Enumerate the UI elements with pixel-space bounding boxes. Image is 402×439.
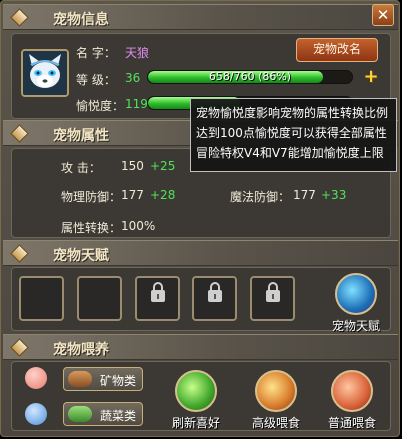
happiness-value: 119	[125, 97, 148, 111]
talent-slot-4-locked	[192, 276, 237, 321]
name-label: 名 字：	[76, 46, 116, 60]
attack-bonus: +25	[150, 159, 176, 173]
talent-slot-1[interactable]	[19, 276, 64, 321]
tooltip-line: 宠物愉悦度影响宠物的属性转换比例	[196, 106, 389, 120]
diamond-icon	[10, 244, 29, 263]
meat-food-icon	[331, 370, 373, 412]
lock-icon	[208, 282, 222, 302]
normal-feed-button[interactable]: 普通喂食	[319, 370, 385, 431]
talent-button-label: 宠物天赋	[331, 319, 380, 333]
advanced-feed-button[interactable]: 高级喂食	[243, 370, 309, 431]
diamond-icon	[10, 8, 29, 27]
section-title-feeding: 宠物喂养	[53, 342, 109, 358]
advanced-feed-label: 高级喂食	[251, 416, 300, 430]
section-header-feeding: 宠物喂养	[3, 334, 398, 360]
diamond-icon	[10, 338, 29, 357]
convert-value: 100%	[121, 219, 156, 233]
pet-name: 天狼	[125, 46, 150, 60]
food-vegetable-item[interactable]: 蔬菜类	[63, 402, 143, 426]
talent-slot-5-locked	[250, 276, 295, 321]
mineral-icon	[68, 371, 92, 387]
refresh-icon	[175, 370, 217, 412]
rename-button[interactable]: 宠物改名	[296, 38, 378, 62]
lock-icon	[151, 282, 165, 302]
like-face-icon	[25, 367, 47, 389]
section-header-talent: 宠物天赋	[3, 240, 398, 266]
gift-food-icon	[255, 370, 297, 412]
food-vegetable-label: 蔬菜类	[100, 409, 137, 423]
exp-bar: 658/760 (86%)	[147, 70, 353, 84]
close-icon: ✕	[376, 6, 390, 24]
convert-label: 属性转换：	[61, 221, 122, 235]
tooltip-line: 冒险特权V4和V7能增加愉悦度上限	[196, 146, 384, 160]
dislike-face-icon	[25, 403, 47, 425]
phys-def-value: 177	[121, 188, 144, 202]
section-title-info: 宠物信息	[53, 12, 109, 28]
magic-def-value: 177	[293, 188, 316, 202]
section-title-attributes: 宠物属性	[53, 128, 109, 144]
level-label: 等 级：	[76, 73, 116, 87]
phys-def-label: 物理防御：	[61, 190, 122, 204]
refresh-preference-button[interactable]: 刷新喜好	[163, 370, 229, 431]
diamond-icon	[10, 124, 29, 143]
talent-slot-2[interactable]	[77, 276, 122, 321]
lock-icon	[266, 282, 280, 302]
exp-text: 658/760 (86%)	[208, 70, 292, 83]
normal-feed-label: 普通喂食	[327, 416, 376, 430]
pet-avatar	[21, 49, 69, 97]
close-button[interactable]: ✕	[372, 4, 394, 26]
attack-label: 攻 击：	[61, 161, 101, 175]
vegetable-icon	[68, 406, 92, 422]
happiness-tooltip: 宠物愉悦度影响宠物的属性转换比例 达到100点愉悦度可以获得全部属性 冒险特权V…	[190, 98, 397, 172]
food-mineral-label: 矿物类	[100, 374, 137, 388]
tooltip-line: 达到100点愉悦度可以获得全部属性	[196, 126, 387, 140]
talent-book-icon	[335, 273, 377, 315]
attack-value: 150	[121, 159, 144, 173]
wolf-pet-icon	[23, 51, 67, 95]
talent-slot-3-locked	[135, 276, 180, 321]
phys-def-bonus: +28	[150, 188, 176, 202]
add-exp-plus-icon[interactable]: +	[363, 68, 379, 86]
pet-panel: 宠物信息 ✕ 名 字： 天狼 宠物改名 等 级： 36 658/760 (86%…	[0, 0, 400, 437]
section-header-info: 宠物信息	[3, 4, 398, 30]
magic-def-bonus: +33	[321, 188, 347, 202]
section-title-talent: 宠物天赋	[53, 248, 109, 264]
magic-def-label: 魔法防御：	[230, 190, 291, 204]
refresh-label: 刷新喜好	[171, 416, 220, 430]
talent-button[interactable]: 宠物天赋	[323, 273, 389, 334]
level-value: 36	[125, 71, 141, 85]
food-mineral-item[interactable]: 矿物类	[63, 367, 143, 391]
happiness-label: 愉悦度：	[76, 99, 125, 113]
